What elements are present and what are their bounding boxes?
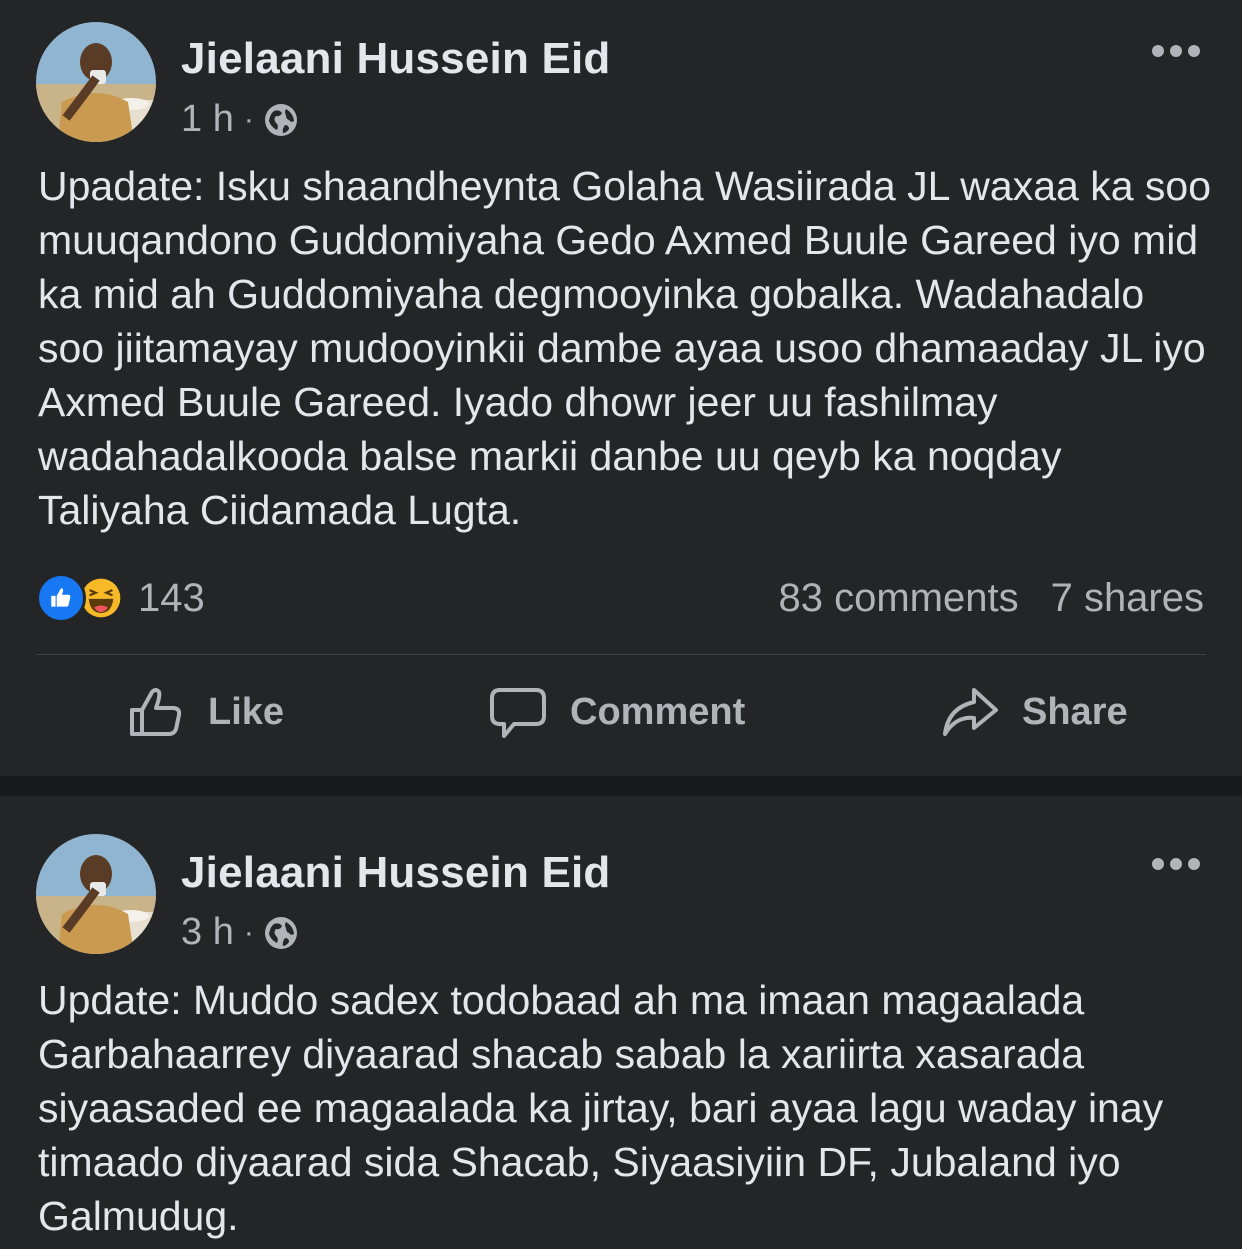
post-time[interactable]: 3 h [181,911,234,954]
divider [36,654,1206,655]
share-arrow-icon [943,688,998,736]
share-button[interactable]: Share [940,680,1128,744]
post-body: Upadate: Isku shaandheynta Golaha Wasiir… [38,163,1212,533]
like-label: Like [208,690,285,733]
more-options-icon[interactable] [1152,857,1200,871]
post-body: Update: Muddo sadex todobaad ah ma imaan… [38,977,1164,1239]
comment-button[interactable]: Comment [488,680,745,744]
like-button[interactable]: Like [126,680,284,744]
meta-separator: · [243,102,254,136]
comment-label: Comment [570,690,746,733]
shares-count[interactable]: 7 shares [1051,576,1204,621]
author-name[interactable]: Jielaani Hussein Eid [181,34,611,84]
comments-count[interactable]: 83 comments [778,576,1018,621]
more-options-icon[interactable] [1152,44,1200,58]
author-name[interactable]: Jielaani Hussein Eid [181,848,611,898]
post-card: Jielaani Hussein Eid 1 h · Upadate: Isku… [0,0,1242,776]
avatar-photo [36,834,156,954]
post-card: Jielaani Hussein Eid 3 h · Update: Muddo… [0,796,1242,1249]
post-meta: 1 h · [181,98,298,141]
post-meta: 3 h · [181,911,298,954]
reaction-count: 143 [138,575,205,620]
engagement-counts: 83 comments 7 shares [778,572,1204,624]
globe-icon [264,916,297,949]
avatar-photo [36,22,156,142]
meta-separator: · [243,915,254,949]
author-avatar[interactable] [36,22,156,142]
comment-bubble-icon [490,688,546,738]
reactions-summary[interactable]: 143 [36,572,205,624]
thumbs-up-icon [130,688,182,736]
author-avatar[interactable] [36,834,156,954]
like-reaction-icon [36,573,86,623]
globe-icon [264,103,297,136]
post-time[interactable]: 1 h [181,98,234,141]
share-label: Share [1022,690,1128,733]
